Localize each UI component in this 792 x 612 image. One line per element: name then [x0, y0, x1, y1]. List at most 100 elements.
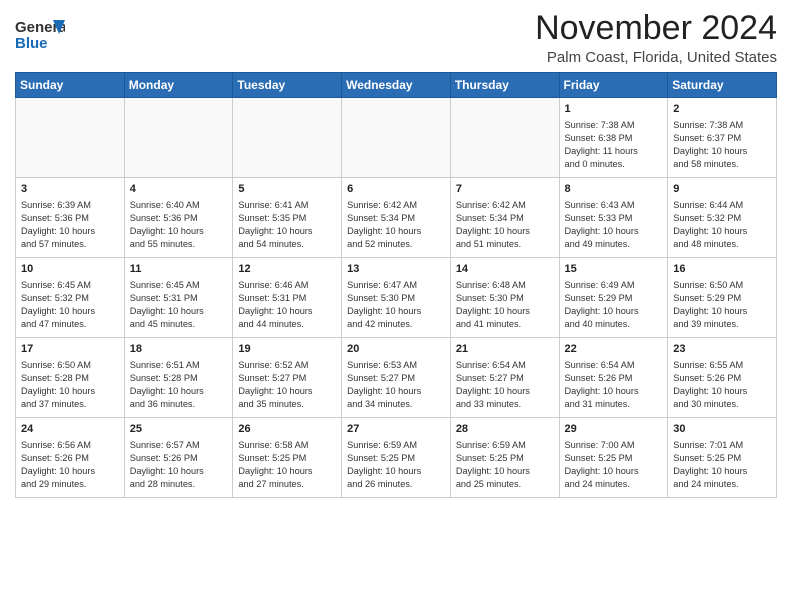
calendar-cell: 27 Sunrise: 6:59 AM Sunset: 5:25 PM Dayli…	[342, 418, 451, 498]
calendar-cell	[450, 98, 559, 178]
day-number: 27	[347, 422, 445, 437]
day-info: Sunrise: 6:59 AM Sunset: 5:25 PM Dayligh…	[347, 439, 445, 491]
day-number: 17	[21, 342, 119, 357]
calendar-week-3: 17 Sunrise: 6:50 AM Sunset: 5:28 PM Dayli…	[16, 338, 777, 418]
header: General Blue November 2024 Palm Coast, F…	[15, 10, 777, 66]
day-info: Sunrise: 6:54 AM Sunset: 5:26 PM Dayligh…	[565, 359, 663, 411]
day-info: Sunrise: 6:52 AM Sunset: 5:27 PM Dayligh…	[238, 359, 336, 411]
day-info: Sunrise: 6:42 AM Sunset: 5:34 PM Dayligh…	[347, 199, 445, 251]
day-info: Sunrise: 6:48 AM Sunset: 5:30 PM Dayligh…	[456, 279, 554, 331]
main-title: November 2024	[535, 10, 777, 47]
weekday-header-friday: Friday	[559, 73, 668, 98]
day-number: 6	[347, 182, 445, 197]
calendar-cell: 17 Sunrise: 6:50 AM Sunset: 5:28 PM Dayli…	[16, 338, 125, 418]
day-info: Sunrise: 7:38 AM Sunset: 6:37 PM Dayligh…	[673, 119, 771, 171]
day-number: 22	[565, 342, 663, 357]
day-info: Sunrise: 6:56 AM Sunset: 5:26 PM Dayligh…	[21, 439, 119, 491]
weekday-header-wednesday: Wednesday	[342, 73, 451, 98]
weekday-header-saturday: Saturday	[668, 73, 777, 98]
day-number: 1	[565, 102, 663, 117]
day-number: 30	[673, 422, 771, 437]
sub-title: Palm Coast, Florida, United States	[535, 49, 777, 66]
calendar-cell: 10 Sunrise: 6:45 AM Sunset: 5:32 PM Dayli…	[16, 258, 125, 338]
day-number: 12	[238, 262, 336, 277]
calendar-cell: 28Sunrise: 6:59 AM Sunset: 5:25 PM Dayli…	[450, 418, 559, 498]
day-info: Sunrise: 6:47 AM Sunset: 5:30 PM Dayligh…	[347, 279, 445, 331]
calendar-cell: 1Sunrise: 7:38 AM Sunset: 6:38 PM Daylig…	[559, 98, 668, 178]
day-info: Sunrise: 6:44 AM Sunset: 5:32 PM Dayligh…	[673, 199, 771, 251]
day-info: Sunrise: 6:50 AM Sunset: 5:29 PM Dayligh…	[673, 279, 771, 331]
calendar-week-2: 10 Sunrise: 6:45 AM Sunset: 5:32 PM Dayli…	[16, 258, 777, 338]
day-info: Sunrise: 6:45 AM Sunset: 5:32 PM Dayligh…	[21, 279, 119, 331]
logo-icon: General Blue	[15, 14, 65, 56]
day-info: Sunrise: 6:55 AM Sunset: 5:26 PM Dayligh…	[673, 359, 771, 411]
day-info: Sunrise: 6:58 AM Sunset: 5:25 PM Dayligh…	[238, 439, 336, 491]
day-info: Sunrise: 6:42 AM Sunset: 5:34 PM Dayligh…	[456, 199, 554, 251]
calendar-cell: 16 Sunrise: 6:50 AM Sunset: 5:29 PM Dayli…	[668, 258, 777, 338]
day-info: Sunrise: 7:00 AM Sunset: 5:25 PM Dayligh…	[565, 439, 663, 491]
day-number: 25	[130, 422, 228, 437]
calendar-week-1: 3Sunrise: 6:39 AM Sunset: 5:36 PM Daylig…	[16, 178, 777, 258]
calendar-cell: 24 Sunrise: 6:56 AM Sunset: 5:26 PM Dayli…	[16, 418, 125, 498]
day-info: Sunrise: 6:46 AM Sunset: 5:31 PM Dayligh…	[238, 279, 336, 331]
calendar-cell: 21 Sunrise: 6:54 AM Sunset: 5:27 PM Dayli…	[450, 338, 559, 418]
day-number: 26	[238, 422, 336, 437]
calendar-cell: 19 Sunrise: 6:52 AM Sunset: 5:27 PM Dayli…	[233, 338, 342, 418]
calendar-cell: 25Sunrise: 6:57 AM Sunset: 5:26 PM Dayli…	[124, 418, 233, 498]
weekday-header-tuesday: Tuesday	[233, 73, 342, 98]
calendar-cell: 3Sunrise: 6:39 AM Sunset: 5:36 PM Daylig…	[16, 178, 125, 258]
calendar-cell	[342, 98, 451, 178]
day-number: 11	[130, 262, 228, 277]
calendar-cell: 9 Sunrise: 6:44 AM Sunset: 5:32 PM Daylig…	[668, 178, 777, 258]
day-number: 10	[21, 262, 119, 277]
calendar-cell: 4 Sunrise: 6:40 AM Sunset: 5:36 PM Daylig…	[124, 178, 233, 258]
calendar-cell	[233, 98, 342, 178]
day-number: 9	[673, 182, 771, 197]
day-info: Sunrise: 6:54 AM Sunset: 5:27 PM Dayligh…	[456, 359, 554, 411]
calendar-cell: 26 Sunrise: 6:58 AM Sunset: 5:25 PM Dayli…	[233, 418, 342, 498]
calendar-cell: 18 Sunrise: 6:51 AM Sunset: 5:28 PM Dayli…	[124, 338, 233, 418]
calendar-cell: 12 Sunrise: 6:46 AM Sunset: 5:31 PM Dayli…	[233, 258, 342, 338]
weekday-header-thursday: Thursday	[450, 73, 559, 98]
day-number: 23	[673, 342, 771, 357]
calendar-cell: 22 Sunrise: 6:54 AM Sunset: 5:26 PM Dayli…	[559, 338, 668, 418]
calendar-cell: 6 Sunrise: 6:42 AM Sunset: 5:34 PM Daylig…	[342, 178, 451, 258]
day-info: Sunrise: 6:50 AM Sunset: 5:28 PM Dayligh…	[21, 359, 119, 411]
day-info: Sunrise: 6:43 AM Sunset: 5:33 PM Dayligh…	[565, 199, 663, 251]
calendar-cell: 29 Sunrise: 7:00 AM Sunset: 5:25 PM Dayli…	[559, 418, 668, 498]
calendar-table: SundayMondayTuesdayWednesdayThursdayFrid…	[15, 72, 777, 498]
day-number: 21	[456, 342, 554, 357]
calendar-cell: 14 Sunrise: 6:48 AM Sunset: 5:30 PM Dayli…	[450, 258, 559, 338]
day-number: 14	[456, 262, 554, 277]
day-number: 20	[347, 342, 445, 357]
day-number: 19	[238, 342, 336, 357]
day-info: Sunrise: 7:01 AM Sunset: 5:25 PM Dayligh…	[673, 439, 771, 491]
calendar-cell	[16, 98, 125, 178]
day-info: Sunrise: 6:51 AM Sunset: 5:28 PM Dayligh…	[130, 359, 228, 411]
calendar-week-4: 24 Sunrise: 6:56 AM Sunset: 5:26 PM Dayli…	[16, 418, 777, 498]
calendar-cell: 7Sunrise: 6:42 AM Sunset: 5:34 PM Daylig…	[450, 178, 559, 258]
day-info: Sunrise: 6:45 AM Sunset: 5:31 PM Dayligh…	[130, 279, 228, 331]
day-number: 8	[565, 182, 663, 197]
day-number: 2	[673, 102, 771, 117]
day-number: 3	[21, 182, 119, 197]
logo: General Blue	[15, 14, 65, 61]
day-number: 29	[565, 422, 663, 437]
svg-text:Blue: Blue	[15, 35, 48, 52]
day-number: 13	[347, 262, 445, 277]
day-info: Sunrise: 6:41 AM Sunset: 5:35 PM Dayligh…	[238, 199, 336, 251]
day-info: Sunrise: 6:53 AM Sunset: 5:27 PM Dayligh…	[347, 359, 445, 411]
day-number: 4	[130, 182, 228, 197]
day-number: 18	[130, 342, 228, 357]
calendar-cell: 13 Sunrise: 6:47 AM Sunset: 5:30 PM Dayli…	[342, 258, 451, 338]
day-number: 16	[673, 262, 771, 277]
calendar-cell: 30 Sunrise: 7:01 AM Sunset: 5:25 PM Dayli…	[668, 418, 777, 498]
day-info: Sunrise: 6:40 AM Sunset: 5:36 PM Dayligh…	[130, 199, 228, 251]
day-number: 24	[21, 422, 119, 437]
calendar-cell	[124, 98, 233, 178]
calendar-cell: 8 Sunrise: 6:43 AM Sunset: 5:33 PM Daylig…	[559, 178, 668, 258]
calendar-cell: 20 Sunrise: 6:53 AM Sunset: 5:27 PM Dayli…	[342, 338, 451, 418]
weekday-header-sunday: Sunday	[16, 73, 125, 98]
day-info: Sunrise: 6:49 AM Sunset: 5:29 PM Dayligh…	[565, 279, 663, 331]
day-number: 5	[238, 182, 336, 197]
